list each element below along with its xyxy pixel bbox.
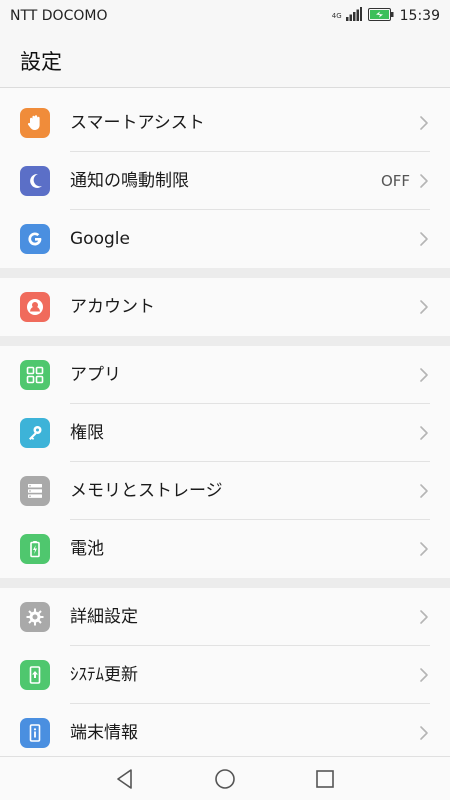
settings-item-label: ｼｽﾃﾑ更新 xyxy=(70,665,138,685)
app-header: 設定 xyxy=(0,32,450,88)
settings-item-label: メモリとストレージ xyxy=(70,481,223,501)
settings-item-label: 詳細設定 xyxy=(70,607,138,627)
apps-icon xyxy=(20,360,50,390)
google-icon xyxy=(20,224,50,254)
settings-group: スマートアシスト 通知の鳴動制限 OFF Google xyxy=(0,94,450,268)
settings-groups: スマートアシスト 通知の鳴動制限 OFF Google アカウントアプリ権限メモリとスト… xyxy=(0,94,450,756)
settings-group: アプリ権限メモリとストレージ 電池 xyxy=(0,346,450,578)
page-title: 設定 xyxy=(20,50,62,74)
settings-item-label: アカウント xyxy=(70,297,155,317)
settings-item-value: OFF xyxy=(380,172,410,190)
chevron-right-icon xyxy=(418,667,430,683)
chevron-right-icon xyxy=(418,115,430,131)
settings-group: アカウント xyxy=(0,278,450,336)
chevron-right-icon xyxy=(418,609,430,625)
home-circle-icon[interactable] xyxy=(213,767,237,791)
chevron-right-icon xyxy=(418,541,430,557)
settings-item[interactable]: 詳細設定 xyxy=(0,588,450,646)
moon-icon xyxy=(20,166,50,196)
settings-item[interactable]: 権限 xyxy=(0,404,450,462)
gear-icon xyxy=(20,602,50,632)
recents-square-icon[interactable] xyxy=(313,767,337,791)
settings-item[interactable]: Google xyxy=(0,210,450,268)
settings-item-label: 通知の鳴動制限 xyxy=(70,171,189,191)
settings-item[interactable]: アカウント xyxy=(0,278,450,336)
storage-icon xyxy=(20,476,50,506)
settings-item[interactable]: 端末情報 xyxy=(0,704,450,756)
chevron-right-icon xyxy=(418,425,430,441)
signal-bars-icon xyxy=(345,7,362,25)
settings-item[interactable]: ｼｽﾃﾑ更新 xyxy=(0,646,450,704)
carrier-name: NTT DOCOMO xyxy=(10,8,108,24)
back-triangle-icon[interactable] xyxy=(113,767,137,791)
key-icon xyxy=(20,418,50,448)
group-divider xyxy=(0,268,450,278)
chevron-right-icon xyxy=(418,725,430,741)
chevron-right-icon xyxy=(418,483,430,499)
group-divider xyxy=(0,336,450,346)
battery-icon xyxy=(20,534,50,564)
group-divider xyxy=(0,578,450,588)
settings-item-label: スマートアシスト xyxy=(70,113,205,133)
battery-charging-icon xyxy=(367,7,394,25)
chevron-right-icon xyxy=(418,299,430,315)
system-update-icon xyxy=(20,660,50,690)
settings-list[interactable]: スマートアシスト 通知の鳴動制限 OFF Google アカウントアプリ権限メモリとスト… xyxy=(0,88,450,756)
settings-item-label: 権限 xyxy=(70,423,104,443)
settings-item-label: 電池 xyxy=(70,539,104,559)
settings-item[interactable]: アプリ xyxy=(0,346,450,404)
chevron-right-icon xyxy=(418,173,430,189)
info-icon xyxy=(20,718,50,748)
clock: 15:39 xyxy=(399,8,440,24)
navigation-bar xyxy=(0,756,450,800)
status-bar: NTT DOCOMO 4G 15:39 xyxy=(0,0,450,32)
settings-item-label: アプリ xyxy=(70,365,121,385)
settings-item-label: 端末情報 xyxy=(70,723,138,743)
network-type-indicator: 4G xyxy=(331,11,342,20)
settings-item[interactable]: メモリとストレージ xyxy=(0,462,450,520)
account-icon xyxy=(20,292,50,322)
chevron-right-icon xyxy=(418,367,430,383)
settings-item[interactable]: 通知の鳴動制限 OFF xyxy=(0,152,450,210)
network-type-label: 4G xyxy=(331,11,342,20)
settings-group: 詳細設定 ｼｽﾃﾑ更新 端末情報 xyxy=(0,588,450,756)
chevron-right-icon xyxy=(418,231,430,247)
hand-icon xyxy=(20,108,50,138)
settings-item[interactable]: スマートアシスト xyxy=(0,94,450,152)
settings-item-label: Google xyxy=(70,229,130,249)
status-icons: 4G 15:39 xyxy=(332,7,440,25)
settings-item[interactable]: 電池 xyxy=(0,520,450,578)
